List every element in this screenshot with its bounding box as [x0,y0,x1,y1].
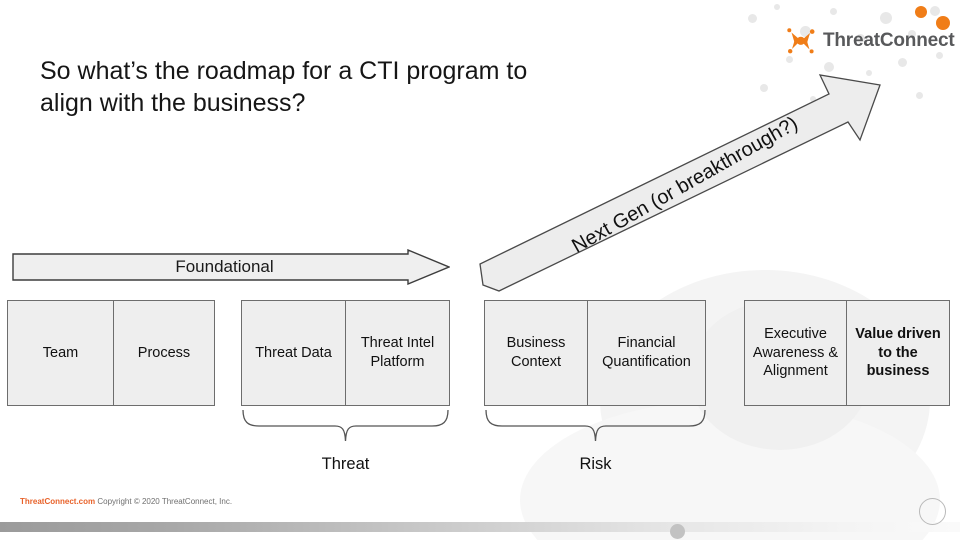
box-value-driven-to-business[interactable]: Value driven to the business [847,300,950,406]
threatconnect-logo: ThreatConnect [786,27,955,55]
risk-brace-label: Risk [579,455,612,473]
group-risk: Business Context Financial Quantificatio… [484,300,706,406]
threat-brace-icon [242,410,449,442]
box-threat-data[interactable]: Threat Data [241,300,346,406]
logo-wordmark: ThreatConnect [823,30,955,51]
foundational-arrow-label: Foundational [175,257,274,276]
box-label: Process [137,344,191,361]
footer: ThreatConnect.com Copyright © 2020 Threa… [20,497,232,506]
footer-dot-decoration [670,524,685,539]
group-foundational-people: Team Process [7,300,215,406]
footer-site-link[interactable]: ThreatConnect.com [20,497,95,506]
footer-circle-decoration [919,498,946,525]
footer-copyright: Copyright © 2020 ThreatConnect, Inc. [97,497,233,506]
box-business-context[interactable]: Business Context [484,300,588,406]
box-team[interactable]: Team [7,300,114,406]
box-financial-quantification[interactable]: Financial Quantification [588,300,706,406]
slide-canvas: ThreatConnect So what’s the roadmap for … [0,0,960,540]
risk-brace-icon [485,410,706,442]
footer-bar-decoration [0,522,960,532]
box-executive-awareness-alignment[interactable]: Executive Awareness & Alignment [744,300,847,406]
box-process[interactable]: Process [114,300,215,406]
box-label: Business Context [506,335,566,370]
box-threat-intel-platform[interactable]: Threat Intel Platform [346,300,450,406]
box-label: Threat Intel Platform [360,335,435,370]
threat-brace-label: Threat [321,455,370,473]
group-value: Executive Awareness & Alignment Value dr… [744,300,950,406]
box-label: Threat Data [255,344,332,361]
box-label: Value driven to the business [855,325,941,380]
box-label: Team [42,344,79,361]
box-label: Financial Quantification [602,335,691,370]
accent-dot-icon [915,6,927,18]
threatconnect-x-node-icon [787,28,815,54]
group-threat: Threat Data Threat Intel Platform [241,300,450,406]
box-label: Executive Awareness & Alignment [752,325,839,380]
next-gen-arrow [479,74,881,292]
